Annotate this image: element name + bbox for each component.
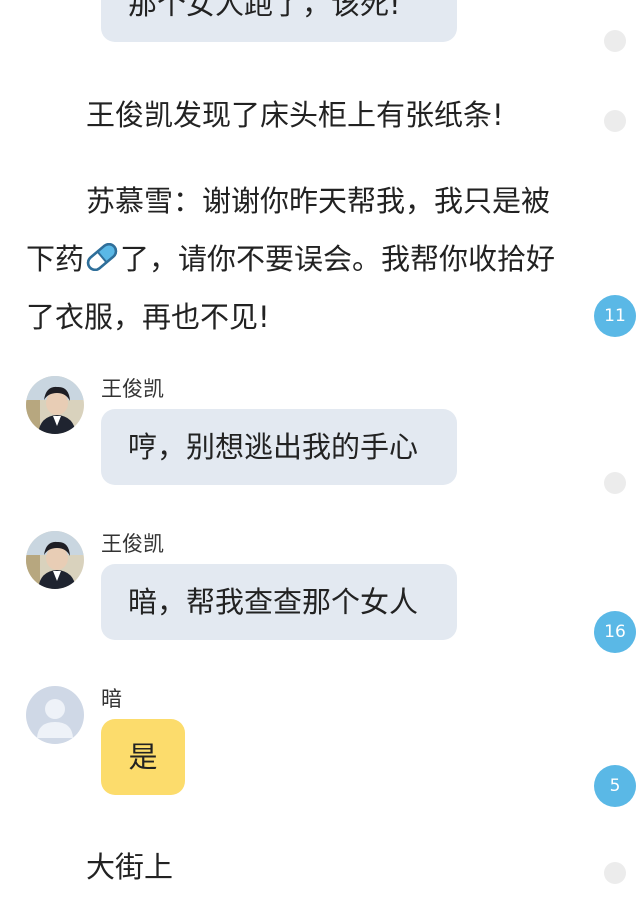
comment-dot[interactable] [604, 30, 626, 52]
avatar[interactable] [26, 531, 84, 589]
chat-bubble-top: 那个女人跑了，该死! [101, 0, 457, 42]
comment-count-badge[interactable]: 16 [594, 611, 636, 653]
avatar[interactable] [26, 376, 84, 434]
avatar-photo [26, 531, 84, 589]
chat-bubble: 哼，别想逃出我的手心 [101, 409, 457, 485]
sender-name: 王俊凯 [101, 532, 164, 556]
letter-line-1: 苏慕雪：谢谢你昨天帮我，我只是被 [86, 184, 551, 218]
sender-name: 暗 [101, 687, 122, 711]
narration-street: 大街上 [86, 850, 174, 884]
chat-bubble: 是 [101, 719, 185, 795]
comment-dot[interactable] [604, 862, 626, 884]
letter-line-2: 下药 了，请你不要误会。我帮你收拾好 [26, 230, 586, 288]
chat-bubble-text: 是 [128, 739, 158, 774]
comment-count-badge[interactable]: 11 [594, 295, 636, 337]
avatar-photo [26, 376, 84, 434]
letter-line-3: 了衣服，再也不见! [26, 300, 270, 334]
chat-bubble-text: 暗，帮我查查那个女人 [128, 584, 419, 619]
comment-dot[interactable] [604, 472, 626, 494]
chat-bubble-text: 哼，别想逃出我的手心 [128, 429, 419, 464]
chat-bubble: 暗，帮我查查那个女人 [101, 564, 457, 640]
chat-bubble-text: 那个女人跑了，该死! [128, 0, 401, 21]
sender-name: 王俊凯 [101, 377, 164, 401]
avatar[interactable] [26, 686, 84, 744]
comment-dot[interactable] [604, 110, 626, 132]
comment-count-badge[interactable]: 5 [594, 765, 636, 807]
narration-letter-paragraph: 苏慕雪：谢谢你昨天帮我，我只是被 下药 了，请你不要误会。我帮你收拾好 了衣服，再… [26, 172, 586, 346]
narration-note-found: 王俊凯发现了床头柜上有张纸条! [86, 98, 504, 132]
pill-icon [84, 234, 120, 272]
default-avatar-icon [26, 686, 84, 744]
